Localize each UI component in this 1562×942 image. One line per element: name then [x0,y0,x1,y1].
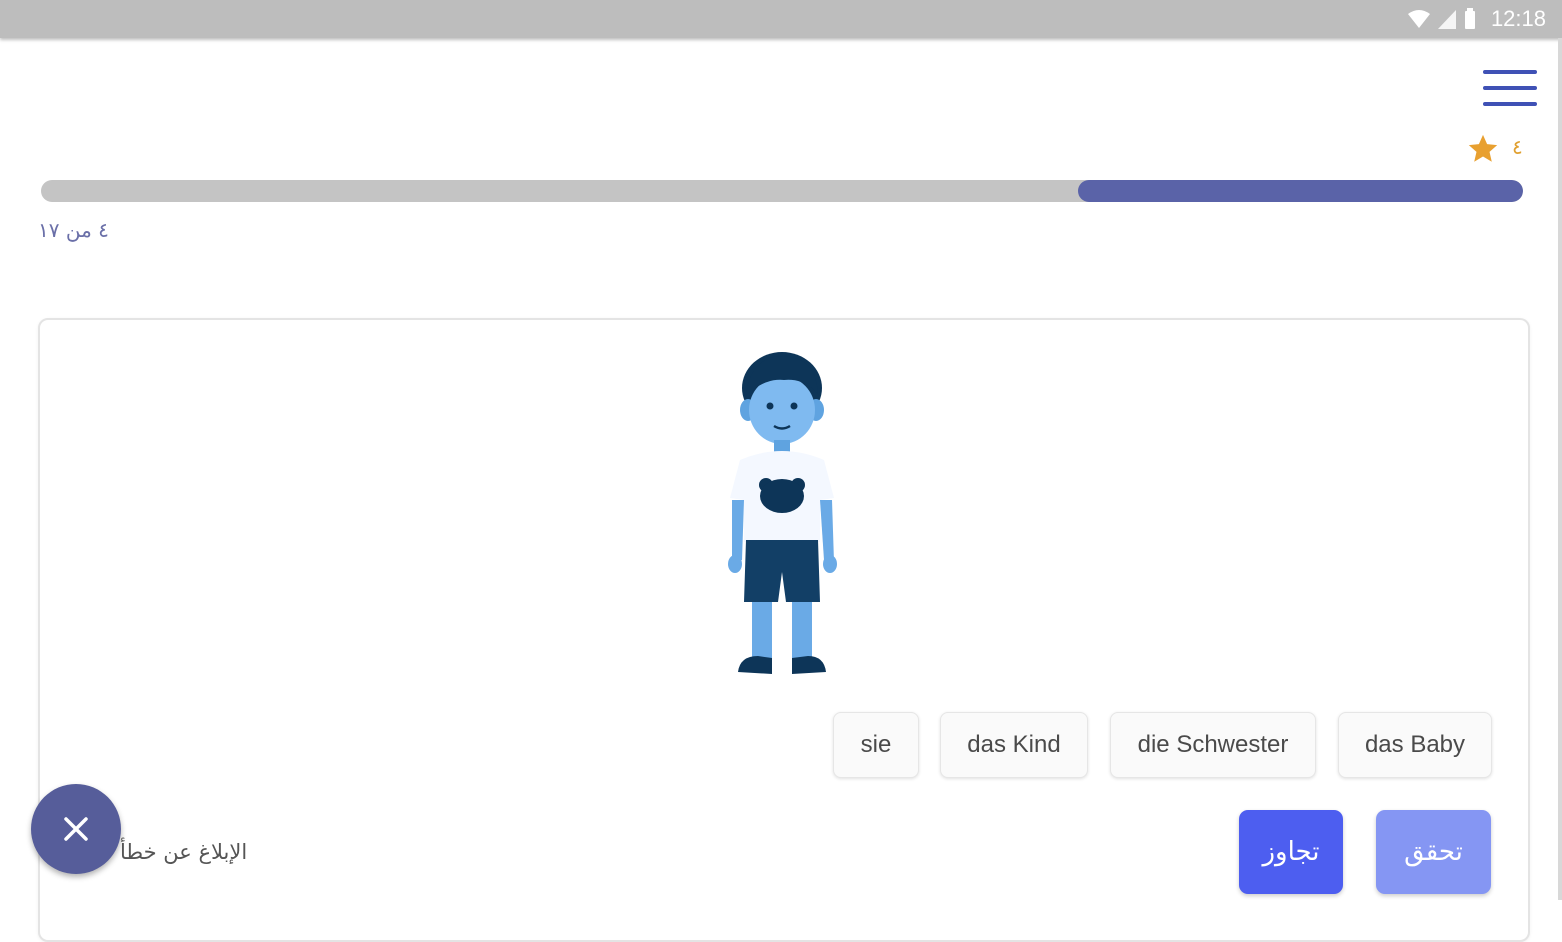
choice-die-schwester[interactable]: die Schwester [1110,712,1316,778]
check-button[interactable]: تحقق [1376,810,1491,894]
star-icon [1468,134,1498,162]
progress-fill [1078,180,1523,202]
status-icons: 12:18 [1407,6,1546,32]
boy-illustration [728,352,837,674]
status-bar: 12:18 [0,0,1562,38]
choice-sie[interactable]: sie [833,712,919,778]
close-button[interactable] [31,784,121,874]
signal-icon [1437,10,1456,29]
close-icon [64,817,88,841]
edge-strip [1558,38,1562,900]
choice-das-baby[interactable]: das Baby [1338,712,1492,778]
wifi-icon [1407,10,1430,28]
report-error-link[interactable]: الإبلاغ عن خطأ [120,840,247,864]
score-indicator: ٤ [1466,130,1536,168]
choice-das-kind[interactable]: das Kind [940,712,1088,778]
score-count: ٤ [1512,135,1523,159]
battery-icon [1464,8,1475,29]
status-time: 12:18 [1490,6,1546,31]
hamburger-menu-icon[interactable] [1480,66,1540,112]
skip-button[interactable]: تجاوز [1239,810,1343,894]
progress-bar [41,180,1523,202]
progress-label: ٤ من ١٧ [38,218,109,242]
